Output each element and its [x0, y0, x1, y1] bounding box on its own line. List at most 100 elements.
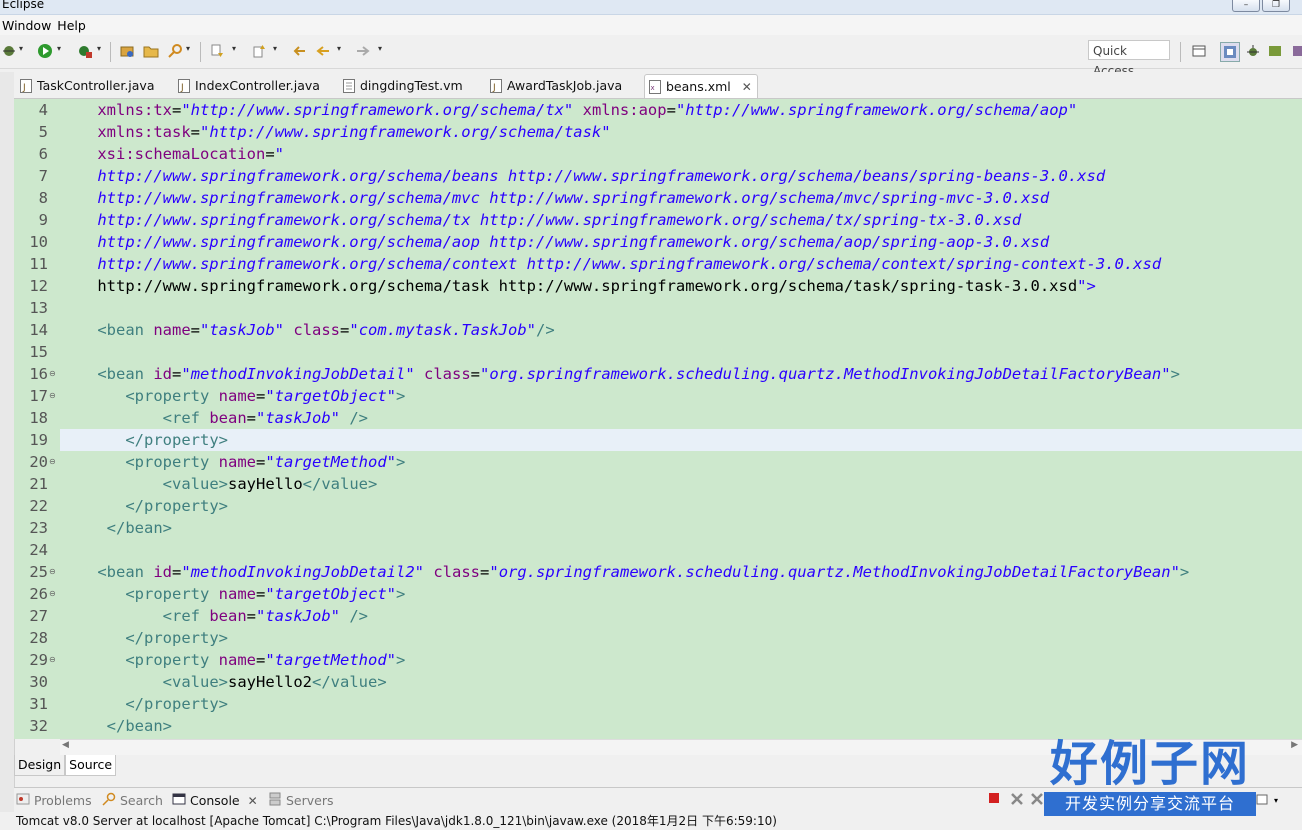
code-line[interactable]: http://www.springframework.org/schema/tx…: [60, 209, 1302, 231]
restore-button[interactable]: ❐: [1262, 0, 1290, 12]
code-line[interactable]: <property name="targetMethod">: [60, 451, 1302, 473]
code-line[interactable]: </property>: [60, 429, 1302, 451]
tab-awardtaskjob[interactable]: J AwardTaskJob.java: [486, 74, 622, 97]
code-line[interactable]: <property name="targetMethod">: [60, 649, 1302, 671]
close-icon[interactable]: ✕: [248, 794, 258, 808]
menu-window[interactable]: Window: [0, 18, 55, 33]
code-line[interactable]: <property name="targetObject">: [60, 385, 1302, 407]
svg-text:J: J: [180, 83, 184, 93]
code-line[interactable]: <bean id="methodInvokingJobDetail" class…: [60, 363, 1302, 385]
chevron-down-icon[interactable]: ▾: [57, 44, 61, 53]
code-line[interactable]: <value>sayHello2</value>: [60, 671, 1302, 693]
menu-help[interactable]: Help: [55, 18, 90, 33]
tab-taskcontroller[interactable]: J TaskController.java: [16, 74, 154, 97]
open-folder-icon[interactable]: [142, 42, 160, 60]
tab-label: beans.xml: [666, 79, 731, 94]
chevron-down-icon[interactable]: ▾: [337, 44, 341, 53]
java-perspective-icon[interactable]: [1266, 42, 1284, 60]
code-line[interactable]: <ref bean="taskJob" />: [60, 605, 1302, 627]
forward-icon[interactable]: [354, 42, 372, 60]
svg-text:x: x: [651, 84, 655, 92]
code-line[interactable]: http://www.springframework.org/schema/co…: [60, 253, 1302, 275]
chevron-down-icon[interactable]: ▾: [19, 44, 23, 53]
code-line[interactable]: </property>: [60, 693, 1302, 715]
line-number: 22: [29, 497, 48, 515]
xml-file-icon: x: [649, 79, 661, 94]
remove-launch-icon[interactable]: [1010, 792, 1024, 810]
tab-design[interactable]: Design: [14, 755, 66, 776]
tab-servers[interactable]: Servers: [268, 792, 334, 809]
open-perspective-icon[interactable]: [1190, 42, 1208, 60]
chevron-down-icon[interactable]: ▾: [186, 44, 190, 53]
external-tools-icon[interactable]: [76, 42, 94, 60]
code-line[interactable]: http://www.springframework.org/schema/mv…: [60, 187, 1302, 209]
code-line[interactable]: http://www.springframework.org/schema/ao…: [60, 231, 1302, 253]
terminate-icon[interactable]: [988, 792, 1000, 808]
servers-icon: [268, 792, 282, 809]
chevron-down-icon[interactable]: ▾: [97, 44, 101, 53]
remove-all-icon[interactable]: [1030, 792, 1044, 810]
line-number: 26: [29, 585, 48, 603]
search-icon: [102, 792, 116, 809]
code-line[interactable]: <property name="targetObject">: [60, 583, 1302, 605]
tab-label: TaskController.java: [37, 78, 155, 93]
team-perspective-icon[interactable]: [1288, 42, 1302, 60]
code-line[interactable]: <bean id="methodInvokingJobDetail2" clas…: [60, 561, 1302, 583]
tab-dingdingtest[interactable]: dingdingTest.vm: [339, 74, 463, 97]
java-ee-perspective-icon[interactable]: [1220, 42, 1240, 62]
java-file-icon: J: [490, 78, 502, 93]
code-line[interactable]: </property>: [60, 495, 1302, 517]
tab-search[interactable]: Search: [102, 792, 163, 809]
debug-icon[interactable]: [0, 42, 18, 60]
code-line[interactable]: </bean>: [60, 517, 1302, 539]
code-line[interactable]: [60, 539, 1302, 561]
fold-toggle-icon[interactable]: ⊖: [49, 561, 57, 583]
new-server-icon[interactable]: [118, 42, 136, 60]
code-line[interactable]: <bean name="taskJob" class="com.mytask.T…: [60, 319, 1302, 341]
minimize-button[interactable]: –: [1232, 0, 1260, 12]
last-edit-location-icon[interactable]: [290, 42, 308, 60]
chevron-down-icon[interactable]: ▾: [232, 44, 236, 53]
code-line[interactable]: </property>: [60, 627, 1302, 649]
code-line[interactable]: http://www.springframework.org/schema/ta…: [60, 275, 1302, 297]
fold-toggle-icon[interactable]: ⊖: [49, 385, 57, 407]
search-icon[interactable]: [166, 42, 184, 60]
fold-toggle-icon[interactable]: ⊖: [49, 363, 57, 385]
code-line[interactable]: <ref bean="taskJob" />: [60, 407, 1302, 429]
scroll-left-icon[interactable]: ◀: [62, 740, 69, 750]
tab-console[interactable]: Console ✕: [172, 792, 258, 809]
code-line[interactable]: </bean>: [60, 715, 1302, 737]
code-line[interactable]: xmlns:task="http://www.springframework.o…: [60, 121, 1302, 143]
next-annotation-icon[interactable]: [208, 42, 226, 60]
code-line[interactable]: [60, 297, 1302, 319]
run-icon[interactable]: [36, 42, 54, 60]
close-icon[interactable]: ✕: [742, 80, 752, 94]
code-line[interactable]: <value>sayHello</value>: [60, 473, 1302, 495]
tab-source[interactable]: Source: [65, 755, 117, 776]
chevron-down-icon[interactable]: ▾: [1274, 796, 1278, 805]
line-number: 5: [38, 123, 48, 141]
line-number: 28: [29, 629, 48, 647]
previous-annotation-icon[interactable]: [250, 42, 268, 60]
code-line[interactable]: xmlns:tx="http://www.springframework.org…: [60, 99, 1302, 121]
tab-problems[interactable]: Problems: [16, 792, 92, 809]
code-line[interactable]: xsi:schemaLocation=": [60, 143, 1302, 165]
chevron-down-icon[interactable]: ▾: [273, 44, 277, 53]
tab-beans-xml[interactable]: x beans.xml ✕: [644, 74, 758, 98]
quick-access-input[interactable]: Quick Access: [1088, 40, 1170, 78]
display-console-icon[interactable]: [1256, 792, 1270, 810]
debug-perspective-icon[interactable]: [1244, 42, 1262, 60]
code-line[interactable]: http://www.springframework.org/schema/be…: [60, 165, 1302, 187]
tab-indexcontroller[interactable]: J IndexController.java: [174, 74, 320, 97]
fold-toggle-icon[interactable]: ⊖: [49, 451, 57, 473]
fold-toggle-icon[interactable]: ⊖: [49, 649, 57, 671]
java-file-icon: J: [20, 78, 32, 93]
horizontal-scrollbar[interactable]: ◀ ▶: [60, 739, 1302, 755]
back-icon[interactable]: [314, 42, 332, 60]
line-number: 31: [29, 695, 48, 713]
chevron-down-icon[interactable]: ▾: [378, 44, 382, 53]
fold-toggle-icon[interactable]: ⊖: [49, 583, 57, 605]
xml-source-editor[interactable]: 4 5 6 7 8 9 10 11 12 13 14 15 16 ⊖ 17 ⊖ 18 19 20 ⊖ 21 22 23 24 2…: [14, 99, 1302, 739]
scroll-right-icon[interactable]: ▶: [1291, 740, 1298, 750]
code-line[interactable]: [60, 341, 1302, 363]
